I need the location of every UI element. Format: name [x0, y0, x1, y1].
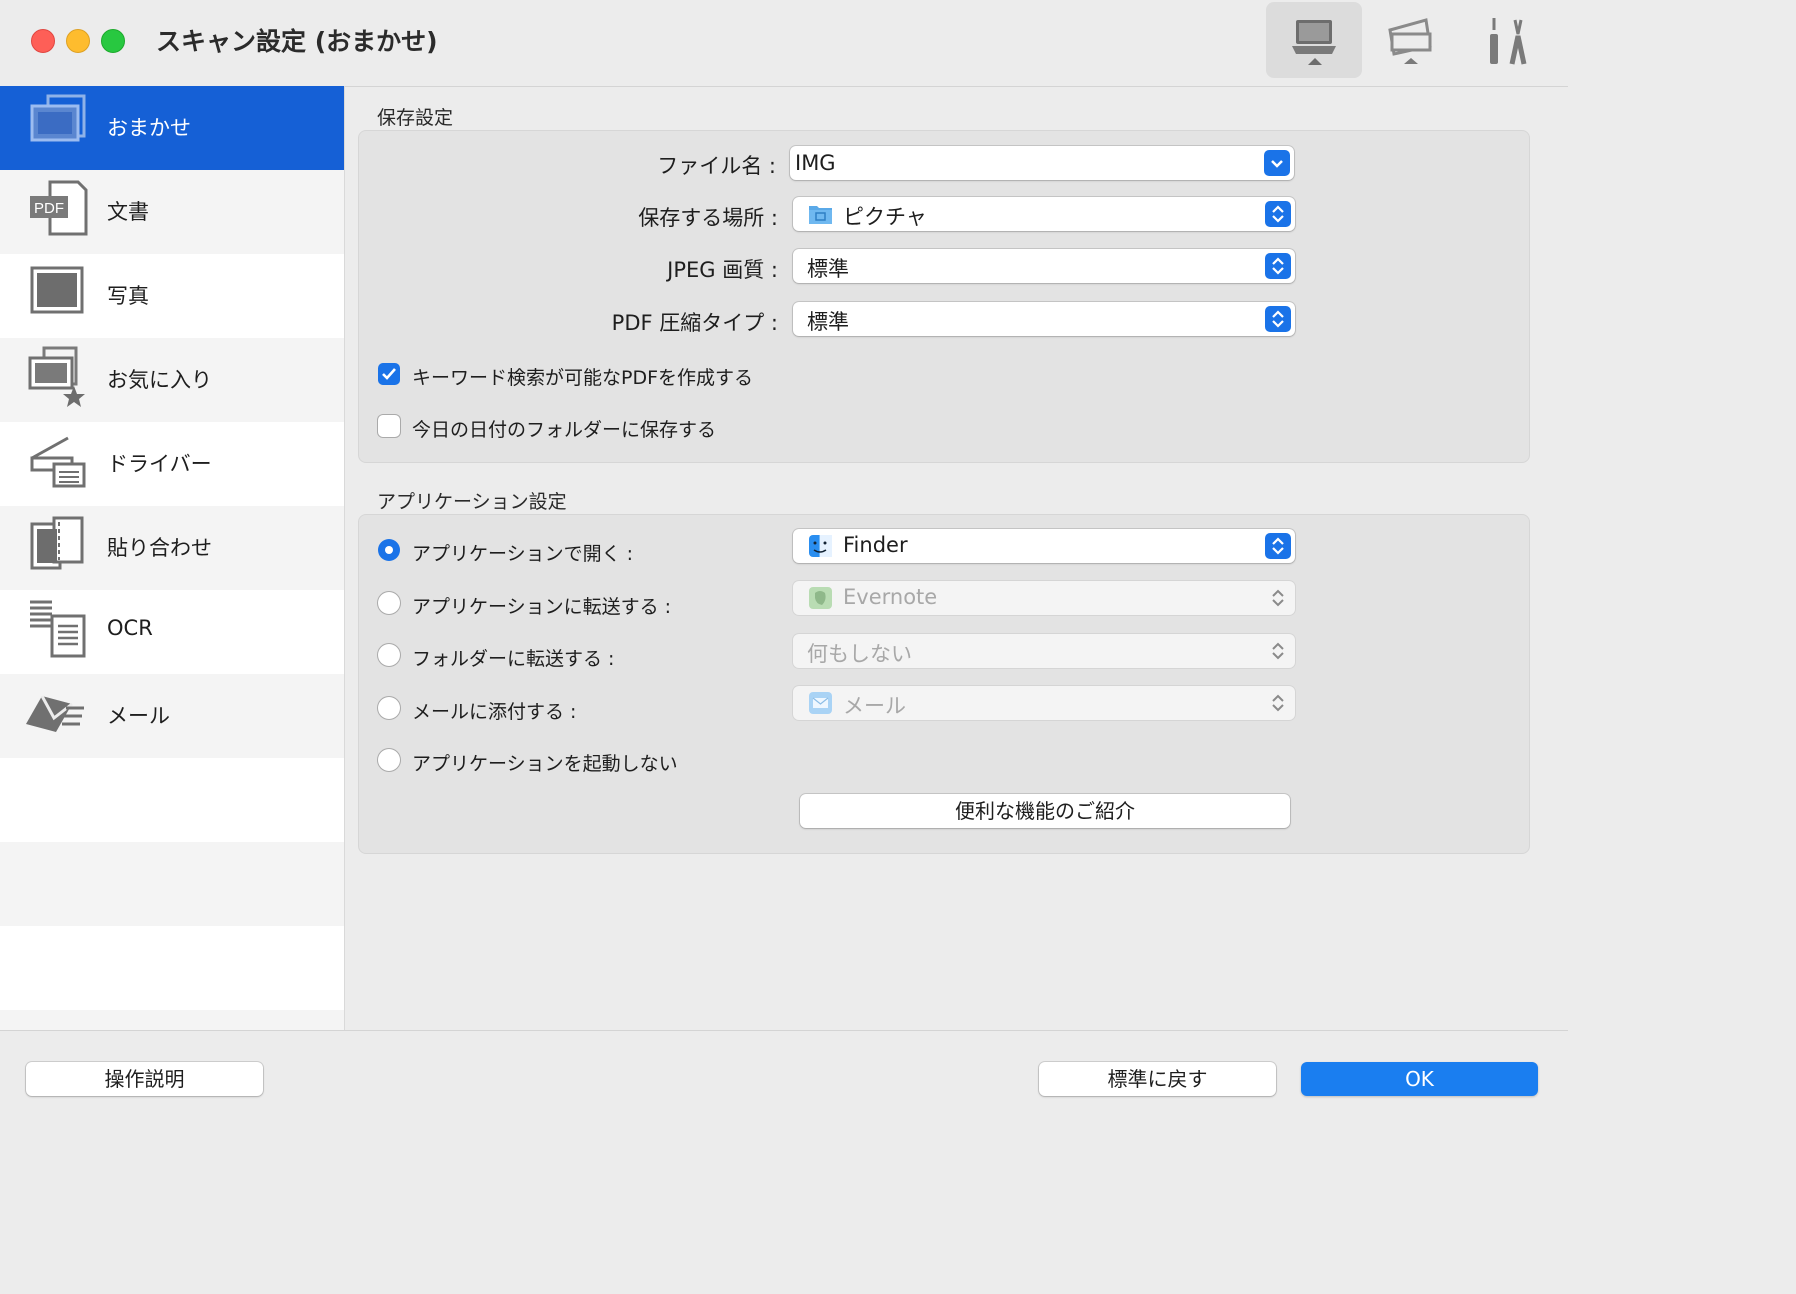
updown-icon — [1265, 533, 1291, 559]
computer-scan-icon — [1292, 20, 1336, 65]
driver-icon — [30, 436, 86, 488]
jpeg-quality-label: JPEG 画質 : — [667, 258, 778, 282]
mail-icon — [26, 695, 84, 732]
sidebar-item-mail[interactable]: メール — [0, 674, 344, 758]
save-settings-title: 保存設定 — [377, 107, 454, 129]
send-app-popup: Evernote — [793, 581, 1295, 615]
jpeg-quality-popup[interactable]: 標準 — [793, 249, 1295, 283]
date-folder-label: 今日の日付のフォルダーに保存する — [412, 419, 717, 441]
pdf-document-icon: PDF — [30, 180, 88, 236]
chevron-down-icon — [1271, 160, 1283, 168]
sidebar-empty-row — [0, 926, 344, 1010]
auto-scan-icon — [30, 94, 86, 142]
toolbar-scan-from-panel-button[interactable] — [1362, 2, 1458, 78]
stitch-icon — [30, 516, 84, 570]
send-app-value: Evernote — [843, 585, 938, 609]
save-location-label: 保存する場所 : — [638, 206, 778, 230]
file-name-value: IMG — [795, 151, 836, 175]
updown-icon — [1265, 306, 1291, 332]
keyword-pdf-checkbox[interactable] — [378, 363, 400, 385]
sidebar-item-label: ドライバー — [107, 452, 212, 476]
no-launch-radio[interactable] — [378, 749, 400, 771]
updown-icon — [1265, 201, 1291, 227]
mail-app-icon — [809, 692, 832, 714]
jpeg-quality-value: 標準 — [807, 257, 849, 281]
sidebar-item-label: OCR — [107, 616, 153, 640]
pdf-compression-popup[interactable]: 標準 — [793, 302, 1295, 336]
ocr-icon — [30, 600, 86, 658]
useful-features-button[interactable]: 便利な機能のご紹介 — [800, 794, 1290, 828]
window-title: スキャン設定 (おまかせ) — [156, 27, 438, 56]
attach-mail-popup: メール — [793, 686, 1295, 720]
send-folder-radio[interactable] — [378, 644, 400, 666]
sidebar-empty-row — [0, 758, 344, 842]
minimize-window-button[interactable] — [66, 29, 90, 53]
send-folder-label: フォルダーに転送する : — [412, 648, 615, 670]
file-name-label: ファイル名 : — [657, 154, 776, 178]
open-app-popup[interactable]: Finder — [793, 529, 1295, 563]
checkmark-icon — [382, 368, 396, 380]
zoom-window-button[interactable] — [101, 29, 125, 53]
open-app-value: Finder — [843, 533, 908, 557]
sidebar-item-label: 貼り合わせ — [107, 536, 212, 560]
sidebar-item-driver[interactable]: ドライバー — [0, 422, 344, 506]
attach-mail-value: メール — [843, 694, 906, 718]
updown-icon — [1265, 585, 1291, 611]
keyword-pdf-label: キーワード検索が可能なPDFを作成する — [412, 367, 754, 389]
file-name-dropdown-button[interactable] — [1264, 150, 1290, 176]
no-launch-label: アプリケーションを起動しない — [412, 753, 678, 775]
date-folder-checkbox[interactable] — [378, 415, 400, 437]
scanner-panel-icon — [1388, 18, 1432, 64]
file-name-combobox[interactable]: IMG — [790, 146, 1294, 180]
sidebar-item-stitch[interactable]: 貼り合わせ — [0, 506, 344, 590]
title-bar: スキャン設定 (おまかせ) — [0, 0, 1568, 87]
sidebar-item-label: お気に入り — [107, 368, 212, 392]
send-app-label: アプリケーションに転送する : — [412, 596, 672, 618]
updown-icon — [1265, 690, 1291, 716]
send-folder-popup: 何もしない — [793, 634, 1295, 668]
toolbar-general-settings-button[interactable] — [1458, 2, 1554, 78]
sidebar-item-label: 写真 — [107, 284, 149, 308]
pictures-folder-icon — [809, 206, 832, 224]
sidebar-item-document[interactable]: PDF 文書 — [0, 170, 344, 254]
photo-icon — [30, 266, 84, 314]
tools-icon — [1490, 18, 1527, 65]
send-app-radio[interactable] — [378, 592, 400, 614]
updown-icon — [1265, 638, 1291, 664]
app-settings-title: アプリケーション設定 — [377, 491, 567, 513]
sidebar-item-label: 文書 — [107, 200, 149, 224]
sidebar-item-photo[interactable]: 写真 — [0, 254, 344, 338]
restore-defaults-button[interactable]: 標準に戻す — [1039, 1062, 1276, 1096]
evernote-icon — [809, 587, 832, 609]
sidebar-item-favorite[interactable]: お気に入り — [0, 338, 344, 422]
pdf-compression-label: PDF 圧縮タイプ : — [611, 311, 778, 335]
finder-icon — [809, 535, 832, 557]
pdf-compression-value: 標準 — [807, 310, 849, 334]
ok-button[interactable]: OK — [1301, 1062, 1538, 1096]
favorite-icon — [28, 346, 85, 407]
send-folder-value: 何もしない — [807, 642, 912, 666]
sidebar: おまかせ PDF 文書 写真 お気に入り ドライバー 貼り合わせ OCR メール — [0, 86, 345, 1030]
help-button[interactable]: 操作説明 — [26, 1062, 263, 1096]
sidebar-item-auto[interactable]: おまかせ — [0, 86, 344, 170]
save-location-popup[interactable]: ピクチャ — [793, 197, 1295, 231]
sidebar-item-label: おまかせ — [107, 116, 191, 140]
attach-mail-label: メールに添付する : — [412, 701, 577, 723]
svg-text:PDF: PDF — [34, 200, 64, 217]
attach-mail-radio[interactable] — [378, 697, 400, 719]
sidebar-item-ocr[interactable]: OCR — [0, 590, 344, 674]
updown-icon — [1265, 253, 1291, 279]
toolbar-scan-from-computer-button[interactable] — [1266, 2, 1362, 78]
open-app-radio[interactable] — [378, 539, 400, 561]
close-window-button[interactable] — [31, 29, 55, 53]
sidebar-item-label: メール — [107, 704, 170, 728]
save-location-value: ピクチャ — [843, 205, 927, 229]
open-app-label: アプリケーションで開く : — [412, 543, 634, 565]
